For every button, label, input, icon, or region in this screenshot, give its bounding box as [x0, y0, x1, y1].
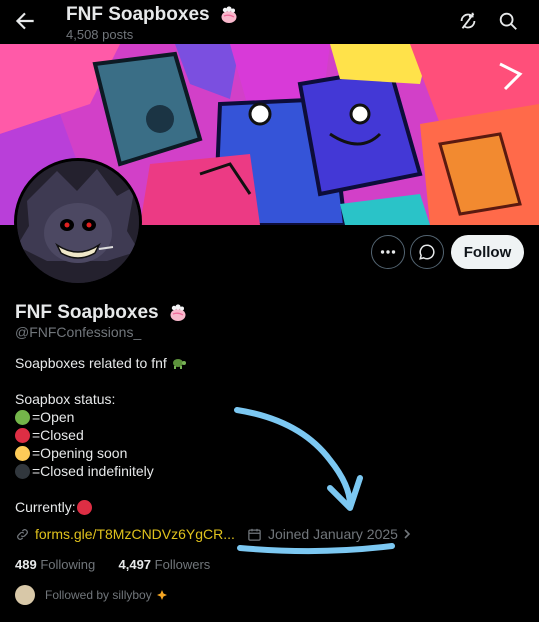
soap-icon — [170, 304, 186, 321]
more-icon — [380, 250, 396, 254]
yellow-circle-icon — [15, 445, 30, 461]
post-count: 4,508 posts — [66, 27, 134, 42]
status-item: =Opening soon — [15, 444, 187, 462]
status-item: =Closed indefinitely — [15, 462, 187, 480]
status-item: =Open — [15, 408, 187, 426]
red-circle-icon — [76, 499, 92, 515]
status-item: =Closed — [15, 426, 187, 444]
avatar — [15, 585, 35, 605]
page-title: FNF Soapboxes — [66, 4, 239, 26]
avatar[interactable] — [14, 158, 142, 286]
followers-link[interactable]: 4,497 Followers — [119, 557, 211, 572]
refresh-icon[interactable] — [457, 10, 479, 32]
link-icon — [17, 528, 28, 540]
arrow-left-icon[interactable] — [12, 8, 38, 34]
follow-stats: 489 Following 4,497 Followers — [15, 557, 210, 572]
following-link[interactable]: 489 Following — [15, 557, 95, 572]
more-button[interactable] — [371, 235, 405, 269]
profile-bio: Soapboxes related to fnf Soapbox status:… — [15, 354, 187, 516]
profile-handle: @FNFConfessions_ — [15, 324, 142, 340]
follow-button[interactable]: Follow — [451, 235, 524, 269]
soap-icon — [221, 6, 237, 23]
bio-intro: Soapboxes related to fnf — [15, 354, 187, 372]
avatar-image — [17, 161, 139, 283]
search-icon[interactable] — [497, 10, 519, 32]
profile-meta: forms.gle/T8MzCNDVz6YgCR... Joined Janua… — [15, 526, 412, 542]
red-circle-icon — [15, 427, 30, 443]
calendar-icon — [248, 528, 261, 541]
profile-name: FNF Soapboxes — [15, 302, 188, 324]
bio-status-title: Soapbox status: — [15, 391, 116, 407]
message-icon — [419, 244, 435, 260]
top-bar: FNF Soapboxes 4,508 posts — [0, 0, 539, 44]
chevron-right-icon[interactable] — [402, 528, 412, 540]
joined-date: Joined January 2025 — [267, 526, 398, 542]
turtle-icon — [172, 359, 186, 369]
followed-by[interactable]: Followed by sillyboy — [15, 585, 169, 605]
bio-currently: Currently: — [15, 498, 187, 516]
message-button[interactable] — [410, 235, 444, 269]
sparkle-icon — [156, 590, 167, 600]
black-circle-icon — [15, 463, 30, 479]
profile-link[interactable]: forms.gle/T8MzCNDVz6YgCR... — [35, 526, 235, 542]
green-circle-icon — [15, 409, 30, 425]
